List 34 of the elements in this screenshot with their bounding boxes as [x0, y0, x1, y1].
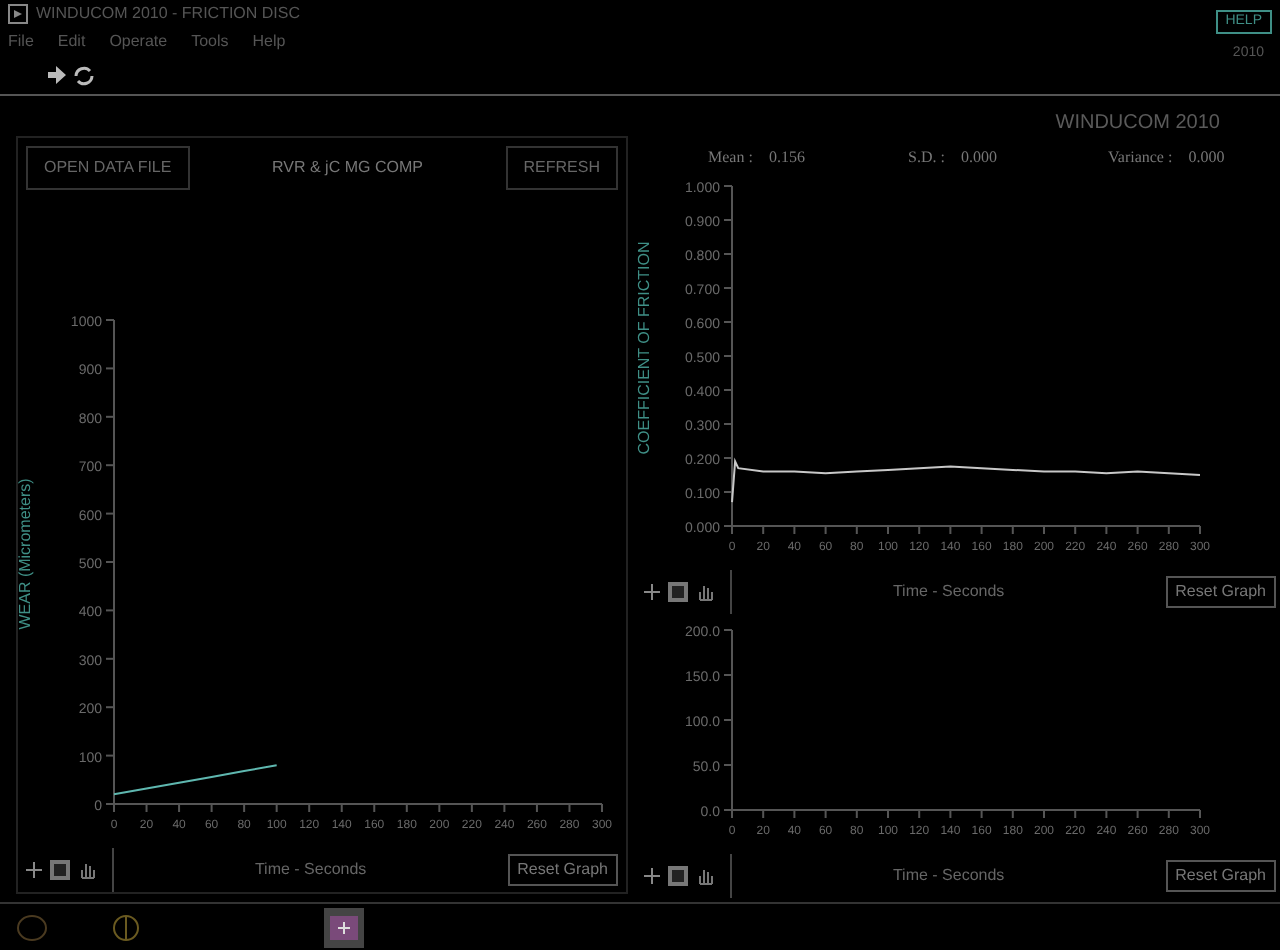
stat-value: 0.156	[768, 146, 805, 170]
panel-title: RVR & jC MG COMP	[272, 156, 423, 180]
menu-item[interactable]: Edit	[57, 30, 86, 54]
crosshair-icon[interactable]	[644, 584, 660, 600]
menu-item[interactable]: Operate	[109, 30, 168, 54]
zoom-icon[interactable]	[668, 582, 688, 602]
stat-value: 0.000	[1188, 146, 1225, 170]
stat-label: Variance :	[1108, 146, 1173, 170]
x-axis-label: Time - Seconds	[890, 580, 1007, 604]
y-axis-label: WEAR (Micrometers)	[14, 478, 36, 630]
app-thumbnail-icon[interactable]	[324, 907, 364, 947]
window-title: WINDUCOM 2010 - FRICTION DISC	[36, 2, 301, 26]
crosshair-icon[interactable]	[644, 868, 660, 884]
x-axis-label: Time - Seconds	[252, 858, 369, 882]
reset-graph-button[interactable]: Reset Graph	[1165, 576, 1276, 608]
stat-value: 0.000	[960, 146, 997, 170]
reset-graph-button[interactable]: Reset Graph	[507, 854, 618, 886]
zoom-icon[interactable]	[668, 866, 688, 886]
menu-item[interactable]: Help	[252, 30, 286, 54]
run-arrow-icon[interactable]	[48, 66, 66, 84]
y-axis-label: COEFFICIENT OF FRICTION	[632, 241, 654, 455]
zoom-icon[interactable]	[50, 860, 70, 880]
stat-label: Mean :	[708, 146, 753, 170]
x-axis-label: Time - Seconds	[890, 864, 1007, 888]
open-data-file-button[interactable]: OPEN DATA FILE	[26, 146, 190, 190]
reset-graph-button[interactable]: Reset Graph	[1165, 860, 1276, 892]
stat-label: S.D. :	[908, 146, 945, 170]
menu-item[interactable]: File	[8, 30, 34, 54]
brand-label: WINDUCOM 2010	[1055, 110, 1220, 138]
run-continuously-icon[interactable]	[74, 65, 94, 85]
crosshair-icon[interactable]	[26, 862, 42, 878]
app-icon	[8, 4, 28, 24]
menu-item[interactable]: Tools	[191, 30, 229, 54]
refresh-button[interactable]: REFRESH	[505, 146, 618, 190]
